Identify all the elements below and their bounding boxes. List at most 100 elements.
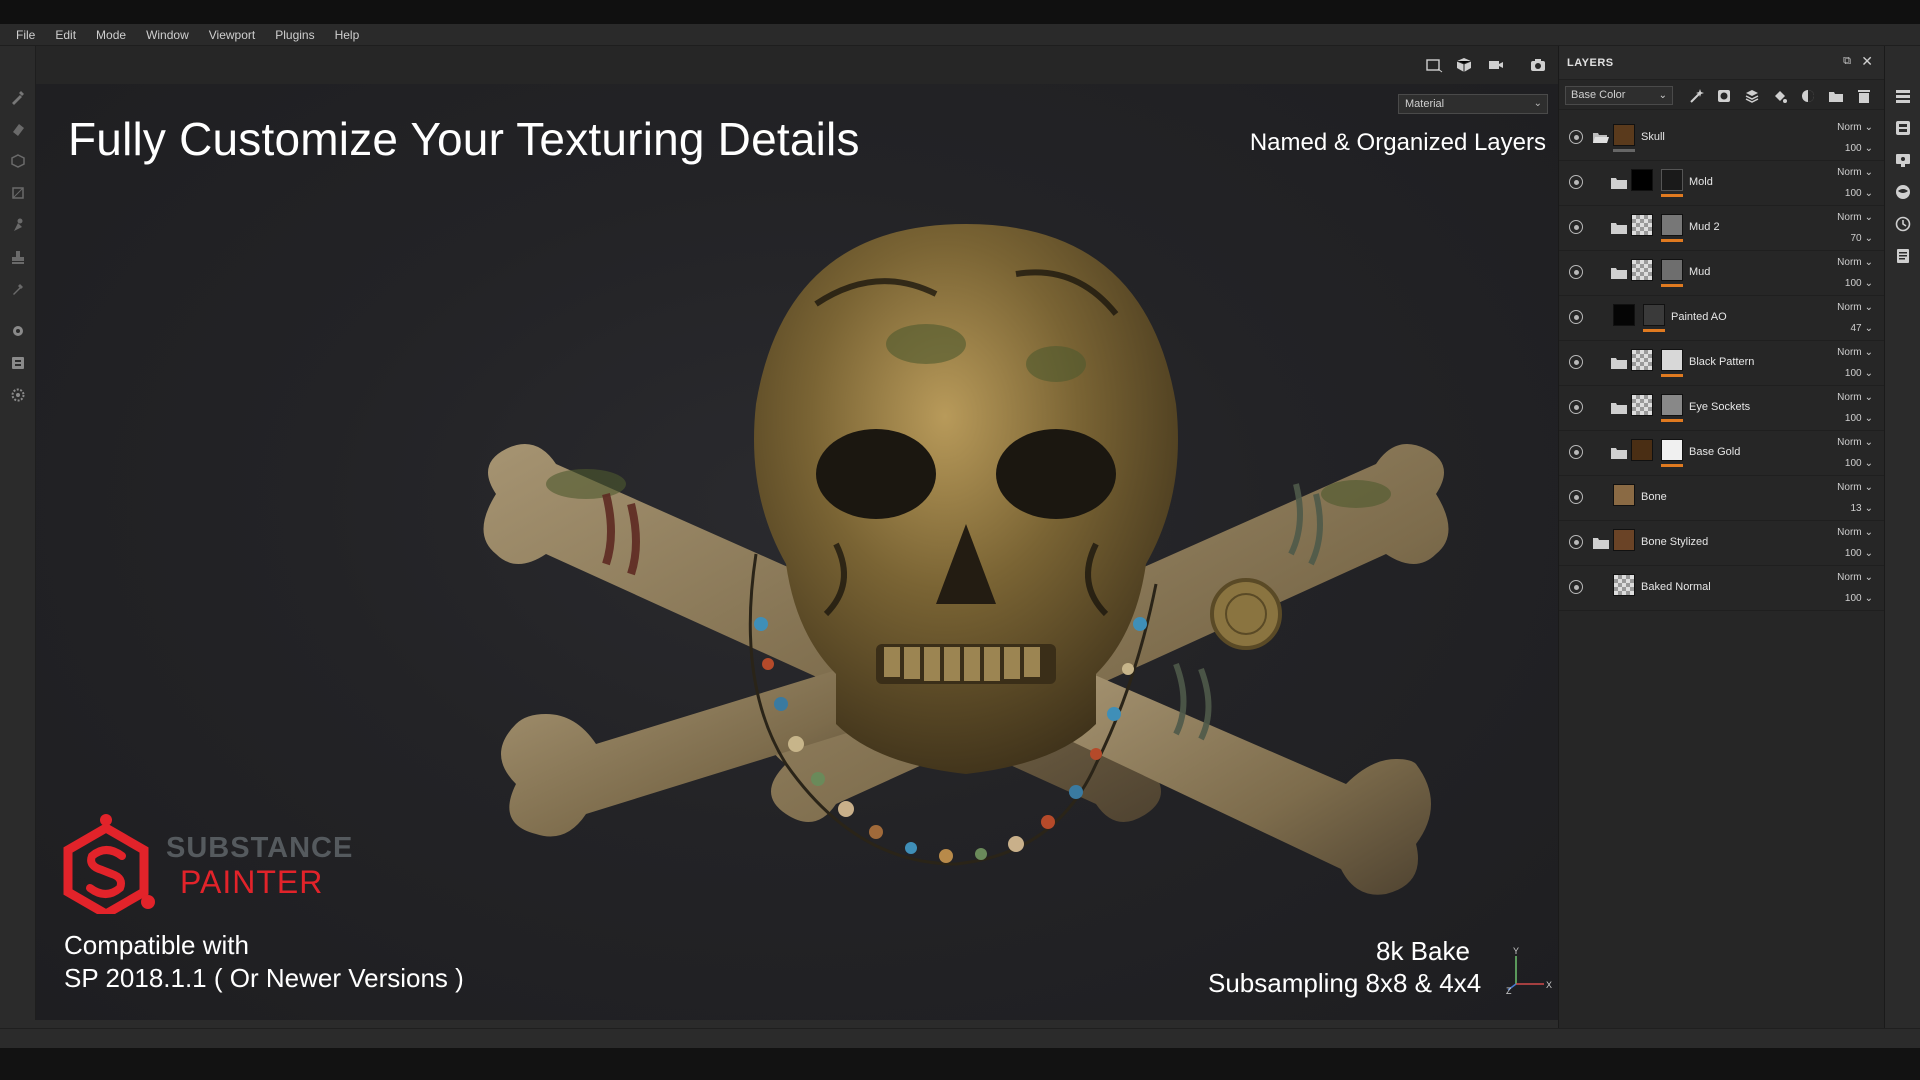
screenshot-camera-icon[interactable] — [1528, 56, 1548, 74]
visibility-eye-icon[interactable] — [1569, 445, 1583, 459]
opacity-select[interactable]: 100 ⌄ — [1845, 458, 1873, 469]
display-settings-icon[interactable] — [1895, 152, 1911, 168]
blend-mode-select[interactable]: Norm ⌄ — [1837, 437, 1873, 448]
add-mask-icon[interactable] — [1715, 87, 1733, 105]
color-picker-icon[interactable] — [9, 280, 27, 298]
folder-icon[interactable] — [1593, 537, 1609, 549]
layer-row-mud[interactable]: Mud Norm ⌄ 100 ⌄ — [1559, 251, 1885, 296]
blend-mode-select[interactable]: Norm ⌄ — [1837, 212, 1873, 223]
2d-view-icon[interactable] — [1424, 56, 1444, 74]
open-folder-icon[interactable] — [1593, 132, 1609, 144]
layer-row-base-gold[interactable]: Base Gold Norm ⌄ 100 ⌄ — [1559, 431, 1885, 476]
layer-row-bone[interactable]: Bone Norm ⌄ 13 ⌄ — [1559, 476, 1885, 521]
blend-mode-select[interactable]: Norm ⌄ — [1837, 392, 1873, 403]
opacity-select[interactable]: 100 ⌄ — [1845, 188, 1873, 199]
opacity-value: 13 — [1850, 503, 1862, 514]
layers-stack-icon[interactable] — [1895, 88, 1911, 104]
add-paint-layer-icon[interactable] — [1771, 87, 1789, 105]
axis-label-z: Z — [1506, 986, 1512, 994]
folder-icon[interactable] — [1611, 222, 1627, 234]
3d-viewport[interactable]: Material ⌄ Fully Customize Your Texturin… — [36, 84, 1558, 1020]
layer-row-bone-stylized[interactable]: Bone Stylized Norm ⌄ 100 ⌄ — [1559, 521, 1885, 566]
history-clock-icon[interactable] — [1895, 216, 1911, 232]
environment-icon[interactable] — [1895, 184, 1911, 200]
layer-thumbnail — [1613, 529, 1635, 551]
settings-gear-icon[interactable] — [9, 386, 27, 404]
camera-mode-icon[interactable] — [1486, 56, 1506, 74]
layer-row-mold[interactable]: Mold Norm ⌄ 100 ⌄ — [1559, 161, 1885, 206]
layer-row-black-pattern[interactable]: Black Pattern Norm ⌄ 100 ⌄ — [1559, 341, 1885, 386]
visibility-eye-icon[interactable] — [1569, 310, 1583, 324]
layer-row-mud-2[interactable]: Mud 2 Norm ⌄ 70 ⌄ — [1559, 206, 1885, 251]
clone-stamp-icon[interactable] — [9, 248, 27, 266]
visibility-eye-icon[interactable] — [1569, 220, 1583, 234]
float-panel-icon[interactable]: ⧉ — [1843, 55, 1851, 68]
visibility-eye-icon[interactable] — [1569, 265, 1583, 279]
visibility-eye-icon[interactable] — [1569, 580, 1583, 594]
visibility-eye-icon[interactable] — [1569, 175, 1583, 189]
blend-mode-value: Norm — [1837, 302, 1862, 313]
layer-thumbnail — [1613, 304, 1635, 326]
opacity-select[interactable]: 13 ⌄ — [1850, 503, 1873, 514]
blend-mode-select[interactable]: Norm ⌄ — [1837, 347, 1873, 358]
logo-text-substance: SUBSTANCE — [166, 832, 354, 864]
opacity-select[interactable]: 47 ⌄ — [1850, 323, 1873, 334]
channel-select[interactable]: Base Color ⌄ — [1565, 86, 1673, 105]
visibility-eye-icon[interactable] — [1569, 130, 1583, 144]
projection-icon[interactable] — [9, 152, 27, 170]
visibility-eye-icon[interactable] — [1569, 400, 1583, 414]
add-fill-layer-icon[interactable] — [1743, 87, 1761, 105]
opacity-select[interactable]: 100 ⌄ — [1845, 548, 1873, 559]
polygon-fill-icon[interactable] — [9, 184, 27, 202]
add-folder-icon[interactable] — [1827, 87, 1845, 105]
menu-file[interactable]: File — [6, 24, 45, 46]
folder-icon[interactable] — [1611, 447, 1627, 459]
blend-mode-select[interactable]: Norm ⌄ — [1837, 302, 1873, 313]
visibility-eye-icon[interactable] — [1569, 355, 1583, 369]
viewport-mode-select[interactable]: Material ⌄ — [1398, 94, 1548, 114]
opacity-select[interactable]: 100 ⌄ — [1845, 593, 1873, 604]
visibility-eye-icon[interactable] — [1569, 535, 1583, 549]
opacity-select[interactable]: 100 ⌄ — [1845, 278, 1873, 289]
eraser-icon[interactable] — [9, 120, 27, 138]
opacity-select[interactable]: 100 ⌄ — [1845, 143, 1873, 154]
folder-icon[interactable] — [1611, 177, 1627, 189]
layer-row-eye-sockets[interactable]: Eye Sockets Norm ⌄ 100 ⌄ — [1559, 386, 1885, 431]
menu-plugins[interactable]: Plugins — [265, 24, 324, 46]
paint-brush-icon[interactable] — [9, 88, 27, 106]
close-icon[interactable]: ✕ — [1861, 53, 1873, 70]
log-document-icon[interactable] — [1895, 248, 1911, 264]
texture-set-settings-icon[interactable] — [1895, 120, 1911, 136]
add-smart-material-icon[interactable] — [1799, 87, 1817, 105]
blend-mode-select[interactable]: Norm ⌄ — [1837, 257, 1873, 268]
menu-window[interactable]: Window — [136, 24, 199, 46]
chevron-down-icon: ⌄ — [1533, 98, 1542, 109]
mask-bar — [1643, 329, 1665, 332]
menu-viewport[interactable]: Viewport — [199, 24, 265, 46]
blend-mode-select[interactable]: Norm ⌄ — [1837, 527, 1873, 538]
layer-row-skull[interactable]: Skull Norm ⌄ 100 ⌄ — [1559, 116, 1885, 161]
blend-mode-select[interactable]: Norm ⌄ — [1837, 122, 1873, 133]
folder-icon[interactable] — [1611, 267, 1627, 279]
menu-edit[interactable]: Edit — [45, 24, 86, 46]
blend-mode-value: Norm — [1837, 212, 1862, 223]
blend-mode-select[interactable]: Norm ⌄ — [1837, 572, 1873, 583]
layer-row-painted-ao[interactable]: Painted AO Norm ⌄ 47 ⌄ — [1559, 296, 1885, 341]
blend-mode-select[interactable]: Norm ⌄ — [1837, 482, 1873, 493]
delete-layer-icon[interactable] — [1855, 87, 1873, 105]
menu-help[interactable]: Help — [325, 24, 370, 46]
folder-icon[interactable] — [1611, 402, 1627, 414]
menu-mode[interactable]: Mode — [86, 24, 136, 46]
3d-view-icon[interactable] — [1454, 56, 1474, 74]
opacity-select[interactable]: 70 ⌄ — [1850, 233, 1873, 244]
add-effect-icon[interactable] — [1687, 87, 1705, 105]
shelf-icon[interactable] — [9, 322, 27, 340]
opacity-select[interactable]: 100 ⌄ — [1845, 368, 1873, 379]
folder-icon[interactable] — [1611, 357, 1627, 369]
layer-row-baked-normal[interactable]: Baked Normal Norm ⌄ 100 ⌄ — [1559, 566, 1885, 611]
blend-mode-select[interactable]: Norm ⌄ — [1837, 167, 1873, 178]
opacity-select[interactable]: 100 ⌄ — [1845, 413, 1873, 424]
visibility-eye-icon[interactable] — [1569, 490, 1583, 504]
smudge-icon[interactable] — [9, 216, 27, 234]
texture-set-icon[interactable] — [9, 354, 27, 372]
